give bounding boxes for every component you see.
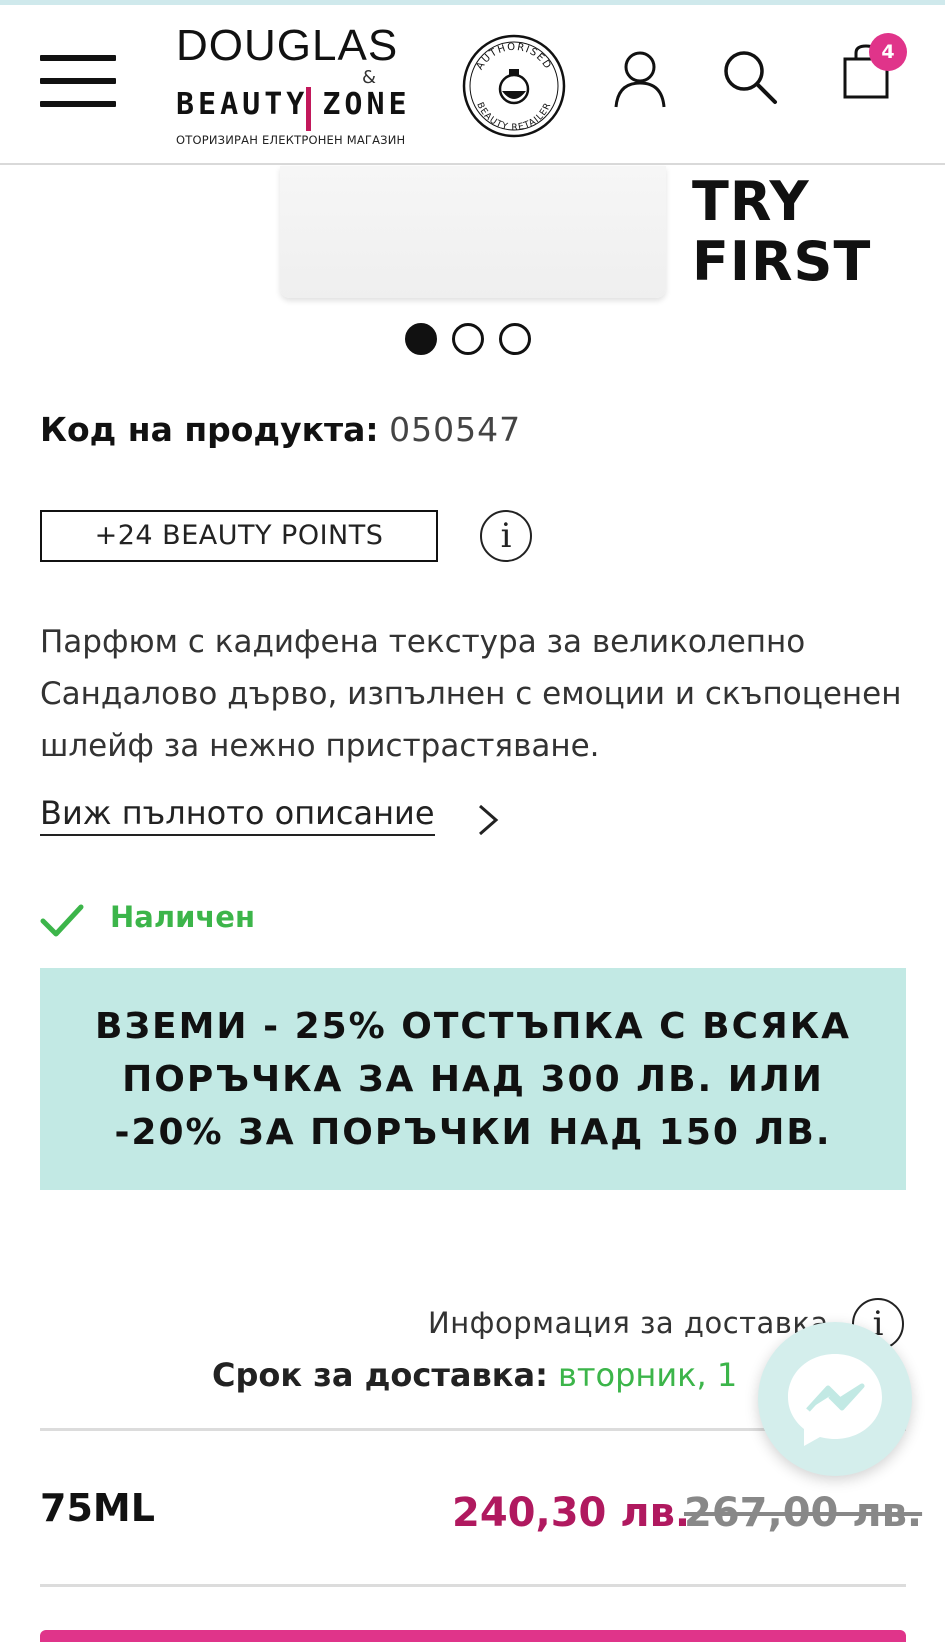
logo-tagline: ОТОРИЗИРАН ЕЛЕКТРОНЕН МАГАЗИН [176,133,406,147]
try-first-label: TRY FIRST [692,172,871,292]
logo-beauty-word: BEAUTY [176,87,309,122]
price-current: 240,30 лв. [452,1490,691,1536]
product-code-value: 050547 [389,410,522,449]
search-icon[interactable] [722,49,778,105]
messenger-icon [788,1354,882,1446]
chevron-right-icon[interactable] [474,800,504,840]
full-description-link[interactable]: Виж пълното описание [40,794,435,836]
douglas-beauty-zone-logo[interactable]: DOUGLAS & BEAUTY ZONE ОТОРИЗИРАН ЕЛЕКТРОН… [176,17,416,157]
availability-status: Наличен [110,900,256,934]
product-size[interactable]: 75ML [40,1486,155,1530]
points-info-icon[interactable]: i [480,510,532,562]
user-account-icon[interactable] [612,47,668,109]
beauty-points-badge: +24 BEAUTY POINTS [40,510,438,562]
delivery-term-value: вторник, 1 [558,1356,738,1394]
logo-line2: BEAUTY ZONE [176,87,411,122]
hamburger-menu-icon[interactable] [40,55,116,111]
messenger-chat-button[interactable] [758,1322,912,1476]
authorised-retailer-seal-icon: AUTHORISED BEAUTY RETAILER [462,34,566,138]
cart-count-badge[interactable]: 4 [869,33,907,71]
try-first-line2: FIRST [692,230,872,293]
add-to-cart-button[interactable] [40,1630,906,1642]
delivery-term: Срок за доставка: вторник, 1 [212,1356,737,1394]
product-code: Код на продукта: 050547 [40,410,521,449]
svg-text:AUTHORISED: AUTHORISED [475,42,554,72]
logo-divider [306,87,311,131]
delivery-term-label: Срок за доставка: [212,1356,548,1394]
logo-zone-word: ZONE [322,87,411,122]
product-description: Парфюм с кадифена текстура за великолепн… [40,624,902,764]
gallery-dot-3[interactable] [499,323,531,355]
gallery-dot-1[interactable] [405,323,437,355]
checkmark-icon [40,904,84,937]
gallery-dot-2[interactable] [452,323,484,355]
promo-text: ВЗЕМИ - 25% ОТСТЪПКА С ВСЯКА ПОРЪЧКА ЗА … [95,1005,851,1153]
site-header: DOUGLAS & BEAUTY ZONE ОТОРИЗИРАН ЕЛЕКТРОН… [0,5,945,165]
try-first-line1: TRY [692,170,810,233]
seal-top-text: AUTHORISED [475,42,552,72]
divider [40,1584,906,1587]
product-image[interactable] [280,166,666,298]
price-original: 267,00 лв. [684,1490,923,1536]
promo-banner: ВЗЕМИ - 25% ОТСТЪПКА С ВСЯКА ПОРЪЧКА ЗА … [40,968,906,1190]
gallery-pagination [405,323,531,357]
product-code-label: Код на продукта: [40,410,379,449]
logo-line1: DOUGLAS [176,21,399,70]
logo-ampersand: & [362,67,377,88]
